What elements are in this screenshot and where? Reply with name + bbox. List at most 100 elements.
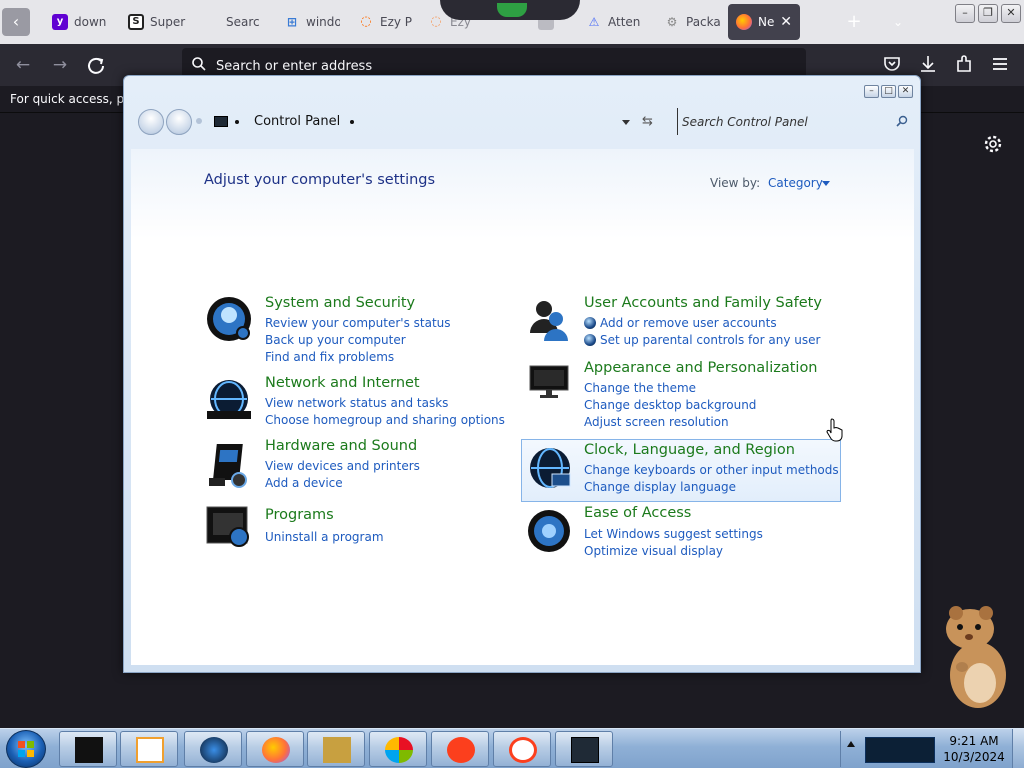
forward-button[interactable]: → — [47, 52, 73, 78]
taskbar-firefox[interactable] — [246, 731, 304, 767]
link-network-status[interactable]: View network status and tasks — [265, 396, 448, 410]
new-tab-button[interactable]: + — [844, 12, 864, 32]
link-add-device[interactable]: Add a device — [265, 476, 343, 490]
breadcrumb-separator[interactable] — [350, 120, 354, 124]
taskbar-globe[interactable] — [184, 731, 242, 767]
restore-window-button[interactable]: ❐ — [978, 4, 998, 23]
package-icon: ⚙ — [666, 15, 678, 29]
taskbar-box-game[interactable] — [307, 731, 365, 767]
link-back-up[interactable]: Back up your computer — [265, 333, 406, 347]
link-find-fix[interactable]: Find and fix problems — [265, 350, 394, 364]
taskbar-clock[interactable]: 9:21 AM 10/3/2024 — [938, 733, 1010, 765]
list-all-tabs-button[interactable]: ⌄ — [888, 12, 908, 32]
link-homegroup[interactable]: Choose homegroup and sharing options — [265, 413, 505, 427]
taskbar-color-wheel[interactable] — [369, 731, 427, 767]
reload-button[interactable] — [83, 52, 109, 78]
tab-new-tab-active[interactable]: Ne ✕ — [728, 4, 800, 40]
programs-icon[interactable] — [205, 505, 253, 551]
link-add-remove-users[interactable]: Add or remove user accounts — [600, 316, 777, 330]
link-desktop-background[interactable]: Change desktop background — [584, 398, 756, 412]
tab-strip: ‹ y down S Super Searc ⊞ windo ◌ Ezy P ◌… — [0, 0, 1024, 44]
tab-windo[interactable]: ⊞ windo — [276, 4, 340, 40]
back-button[interactable]: ← — [10, 52, 36, 78]
cp-close-button[interactable]: ✕ — [898, 85, 913, 98]
reload-icon — [88, 57, 104, 74]
tab-label: Searc — [226, 15, 260, 29]
link-uninstall[interactable]: Uninstall a program — [265, 530, 384, 544]
link-review-status[interactable]: Review your computer's status — [265, 316, 451, 330]
pocket-icon[interactable] — [882, 54, 902, 74]
category-title[interactable]: Programs — [265, 507, 334, 523]
link-change-keyboards[interactable]: Change keyboards or other input methods — [584, 463, 839, 477]
tab-down[interactable]: y down — [44, 4, 110, 40]
search-icon[interactable] — [896, 115, 908, 127]
search-icon — [192, 57, 206, 71]
address-input[interactable] — [216, 56, 776, 76]
category-title[interactable]: System and Security — [265, 295, 415, 311]
hardware-icon[interactable] — [207, 442, 251, 488]
close-window-button[interactable]: ✕ — [1001, 4, 1021, 23]
start-button[interactable] — [6, 730, 46, 768]
tab-label: Ezy P — [380, 15, 413, 29]
clock-date: 10/3/2024 — [943, 750, 1005, 764]
downloads-icon[interactable] — [918, 54, 938, 74]
system-security-icon[interactable] — [205, 295, 253, 343]
taskbar-yandex[interactable] — [431, 731, 489, 767]
link-windows-suggest[interactable]: Let Windows suggest settings — [584, 527, 763, 541]
recent-pages-dropdown[interactable] — [196, 118, 202, 124]
tab-super[interactable]: S Super — [120, 4, 206, 40]
category-title[interactable]: Ease of Access — [584, 505, 691, 521]
control-panel-location-icon — [214, 116, 228, 127]
cp-forward-button[interactable] — [166, 109, 192, 135]
category-clock-language-region[interactable]: Clock, Language, and Region Change keybo… — [521, 439, 841, 502]
scroll-tabs-left-button[interactable]: ‹ — [2, 8, 30, 36]
clock-globe-icon[interactable] — [528, 446, 572, 492]
hamster-mascot-icon — [946, 606, 1006, 708]
chevron-down-icon[interactable] — [822, 181, 830, 186]
extensions-icon[interactable] — [954, 54, 974, 74]
category-title[interactable]: Appearance and Personalization — [584, 360, 818, 376]
cp-maximize-button[interactable]: □ — [881, 85, 896, 98]
show-desktop-button[interactable] — [1012, 729, 1024, 768]
network-icon[interactable] — [205, 377, 253, 425]
link-screen-resolution[interactable]: Adjust screen resolution — [584, 415, 729, 429]
cp-back-button[interactable] — [138, 109, 164, 135]
appearance-icon[interactable] — [528, 364, 570, 400]
link-display-language[interactable]: Change display language — [584, 480, 736, 494]
minimize-window-button[interactable]: – — [955, 4, 975, 23]
tab-label: windo — [306, 15, 340, 29]
yandex-browser-icon — [509, 737, 537, 763]
tab-packa[interactable]: ⚙ Packa — [656, 4, 724, 40]
tab-ezy-p[interactable]: ◌ Ezy P — [350, 4, 414, 40]
gear-icon[interactable] — [982, 133, 1004, 155]
category-title[interactable]: User Accounts and Family Safety — [584, 295, 822, 311]
address-history-dropdown[interactable] — [622, 120, 630, 125]
link-optimize-display[interactable]: Optimize visual display — [584, 544, 723, 558]
category-title[interactable]: Network and Internet — [265, 375, 420, 391]
ease-access-icon[interactable] — [526, 508, 572, 554]
taskbar-control-panel[interactable] — [555, 731, 613, 767]
taskbar-explorer[interactable] — [59, 731, 117, 767]
cp-minimize-button[interactable]: – — [864, 85, 879, 98]
breadcrumb-control-panel[interactable]: Control Panel — [254, 114, 340, 129]
category-title[interactable]: Hardware and Sound — [265, 438, 417, 454]
tray-app-icons[interactable] — [865, 737, 935, 763]
close-tab-icon[interactable]: ✕ — [780, 14, 792, 30]
refresh-icon[interactable]: ⇆ — [642, 114, 653, 129]
breadcrumb-separator[interactable] — [235, 120, 239, 124]
tab-search[interactable]: Searc — [214, 4, 268, 40]
color-wheel-icon — [385, 737, 413, 763]
cp-search-input[interactable] — [677, 108, 914, 135]
menu-hamburger-icon[interactable] — [990, 54, 1010, 74]
category-title[interactable]: Clock, Language, and Region — [584, 442, 795, 458]
show-hidden-icons-button[interactable] — [847, 741, 855, 747]
link-change-theme[interactable]: Change the theme — [584, 381, 696, 395]
view-by-dropdown[interactable]: Category — [768, 176, 823, 190]
taskbar-media-player[interactable] — [120, 731, 178, 767]
link-devices-printers[interactable]: View devices and printers — [265, 459, 420, 473]
users-icon[interactable] — [528, 297, 572, 343]
tab-atten[interactable]: ⚠ Atten — [578, 4, 652, 40]
link-parental-controls[interactable]: Set up parental controls for any user — [600, 333, 820, 347]
cp-search-box[interactable] — [677, 108, 914, 135]
taskbar-yandex-browser[interactable] — [493, 731, 551, 767]
